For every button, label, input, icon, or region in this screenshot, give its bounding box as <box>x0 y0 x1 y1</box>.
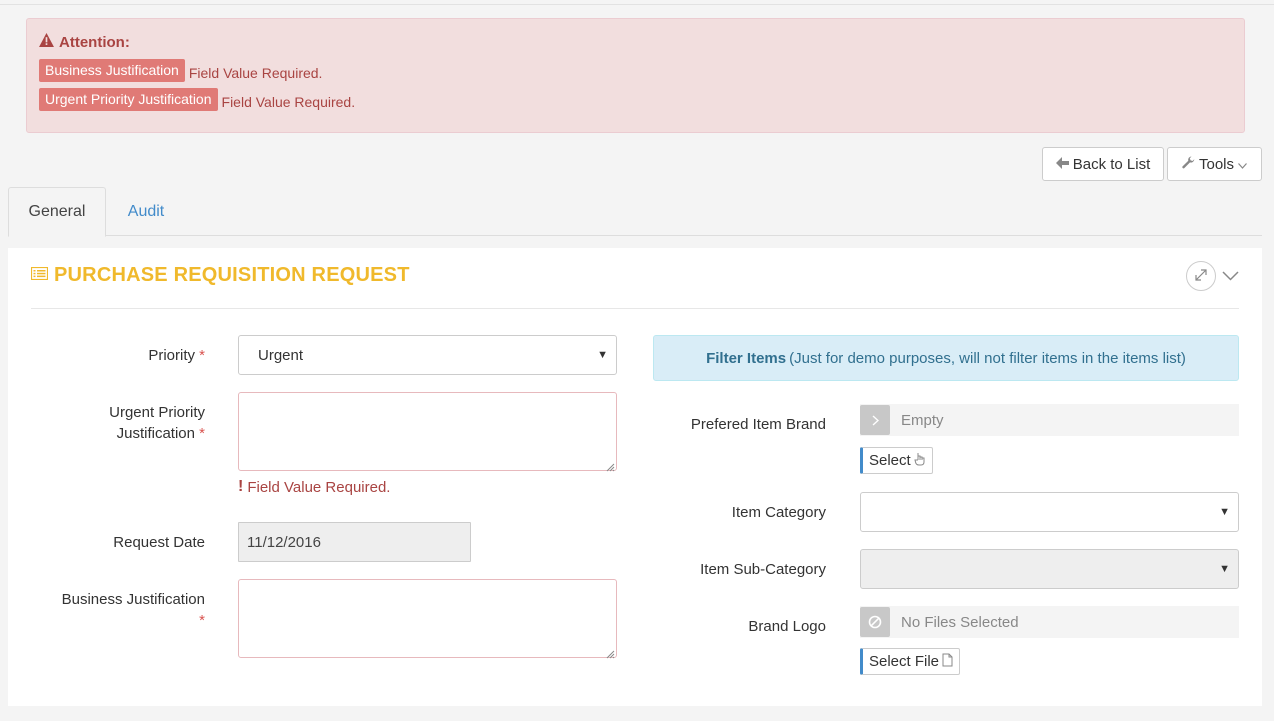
alert-field-badge[interactable]: Business Justification <box>39 59 185 82</box>
alert-title: Attention: <box>39 31 1232 53</box>
dropdown-arrow-icon: ▼ <box>1219 506 1230 518</box>
exclamation-icon: ! <box>238 478 244 495</box>
arrow-left-icon <box>1055 156 1069 172</box>
preferred-brand-picker: Empty <box>860 404 1239 436</box>
urgent-justification-error: ! Field Value Required. <box>238 478 390 496</box>
preferred-brand-label: Prefered Item Brand <box>690 416 826 433</box>
tab-bar: General Audit <box>8 187 1262 237</box>
wrench-icon <box>1182 156 1195 172</box>
expand-button[interactable] <box>1186 261 1216 291</box>
select-file-label: Select File <box>869 653 940 670</box>
chevron-right-icon[interactable] <box>860 405 890 435</box>
urgent-justification-label-line2: Justification <box>116 425 195 442</box>
expand-icon <box>1195 268 1207 284</box>
brand-logo-value: No Files Selected <box>901 613 1019 631</box>
filter-items-note: (Just for demo purposes, will not filter… <box>789 349 1186 367</box>
select-brand-button[interactable]: Select <box>860 447 933 474</box>
filter-items-info: Filter Items (Just for demo purposes, wi… <box>653 335 1239 381</box>
brand-logo-label: Brand Logo <box>748 618 826 635</box>
resize-grip-icon[interactable] <box>605 646 615 659</box>
purchase-requisition-panel: PURCHASE REQUISITION REQUEST Priority * … <box>8 248 1262 706</box>
ban-icon[interactable] <box>860 607 890 637</box>
back-to-list-button[interactable]: Back to List <box>1042 147 1164 181</box>
resize-grip-icon[interactable] <box>605 459 615 472</box>
item-sub-category-select[interactable]: ▼ <box>860 549 1239 589</box>
business-justification-label-text: Business Justification <box>61 591 205 608</box>
item-category-label: Item Category <box>731 504 826 521</box>
filter-items-title: Filter Items <box>706 349 787 367</box>
panel-title-text: PURCHASE REQUISITION REQUEST <box>54 264 410 286</box>
tools-label: Tools <box>1198 155 1235 173</box>
chevron-down-icon <box>1221 268 1239 285</box>
request-date-label: Request Date <box>113 534 205 551</box>
required-mark: * <box>199 347 205 364</box>
item-sub-category-label: Item Sub-Category <box>700 561 826 578</box>
business-justification-label: Business Justification * <box>28 589 205 631</box>
list-icon <box>30 266 49 285</box>
alert-error-item: Urgent Priority Justification Field Valu… <box>39 88 1232 111</box>
priority-select[interactable]: Urgent ▼ <box>238 335 617 375</box>
panel-title: PURCHASE REQUISITION REQUEST <box>30 264 410 287</box>
urgent-justification-label: Urgent Priority Justification * <box>48 402 205 444</box>
urgent-justification-textarea[interactable] <box>238 392 617 472</box>
panel-divider <box>31 308 1239 309</box>
preferred-brand-value: Empty <box>901 411 944 429</box>
required-mark: * <box>199 612 205 629</box>
warning-icon <box>39 33 54 51</box>
alert-title-text: Attention: <box>59 33 130 51</box>
priority-select-value: Urgent <box>258 346 304 364</box>
required-mark: * <box>199 425 205 442</box>
select-file-button[interactable]: Select File <box>860 648 961 675</box>
request-date-input[interactable]: 11/12/2016 <box>238 522 471 562</box>
dropdown-arrow-icon: ▼ <box>1219 563 1230 575</box>
collapse-button[interactable] <box>1220 266 1240 286</box>
top-divider <box>0 4 1274 5</box>
brand-logo-picker: No Files Selected <box>860 606 1239 638</box>
alert-field-badge[interactable]: Urgent Priority Justification <box>39 88 218 111</box>
hand-pointer-icon <box>914 452 926 469</box>
dropdown-arrow-icon: ▼ <box>597 349 608 361</box>
file-icon <box>942 653 953 670</box>
priority-label-text: Priority <box>148 347 195 364</box>
validation-alert: Attention: Business Justification Field … <box>26 18 1245 133</box>
tab-audit[interactable]: Audit <box>106 187 186 236</box>
alert-error-item: Business Justification Field Value Requi… <box>39 59 1232 82</box>
alert-error-message: Field Value Required. <box>188 64 323 81</box>
alert-error-message: Field Value Required. <box>221 93 356 110</box>
chevron-down-icon <box>1238 156 1247 173</box>
priority-label: Priority * <box>68 345 205 366</box>
select-brand-label: Select <box>869 452 911 469</box>
back-to-list-label: Back to List <box>1072 155 1151 173</box>
tab-general[interactable]: General <box>8 187 106 237</box>
urgent-justification-error-text: Field Value Required. <box>247 478 391 496</box>
business-justification-textarea[interactable] <box>238 579 617 659</box>
urgent-justification-label-line1: Urgent Priority <box>109 404 205 421</box>
tools-button[interactable]: Tools <box>1167 147 1262 181</box>
item-category-select[interactable]: ▼ <box>860 492 1239 532</box>
